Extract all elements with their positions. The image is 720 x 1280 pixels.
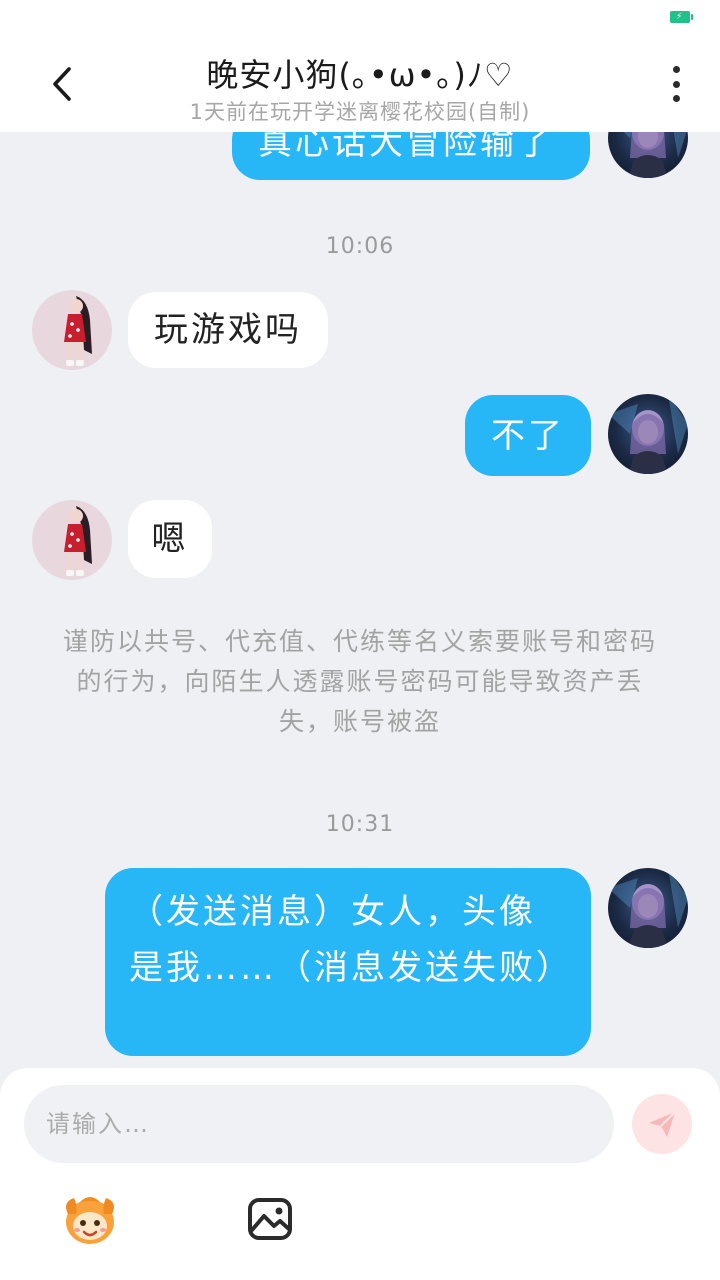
message-composer [0, 1068, 720, 1280]
contact-avatar-image [64, 506, 92, 576]
chat-area[interactable]: 真心话大冒险输了 10:06 玩游戏吗 不了 嗯 谨防以共号、代充值、代练等名义… [0, 0, 720, 1070]
message-text: 不了 [491, 415, 565, 456]
message-bubble-outgoing[interactable]: 不了 [465, 395, 591, 476]
message-bubble-incoming[interactable]: 嗯 [128, 500, 212, 578]
message-input[interactable] [24, 1085, 614, 1163]
message-bubble-outgoing[interactable]: （发送消息）女人，头像是我……（消息发送失败） [105, 868, 591, 1056]
image-picker-button[interactable] [246, 1196, 294, 1242]
battery-icon: ⚡ [670, 11, 693, 23]
security-notice: 谨防以共号、代充值、代练等名义索要账号和密码的行为，向陌生人透露账号密码可能导致… [62, 627, 657, 736]
self-avatar-image [608, 868, 688, 948]
more-options-button[interactable] [660, 62, 692, 106]
emoji-face-icon [66, 1197, 114, 1244]
more-vertical-icon [672, 80, 680, 88]
contact-status: 1天前在玩开学迷离樱花校园(自制) [189, 100, 531, 124]
avatar-self[interactable] [608, 394, 688, 474]
message-text: 玩游戏吗 [154, 310, 302, 350]
image-icon [248, 1198, 292, 1240]
chevron-left-icon [53, 67, 71, 101]
more-vertical-icon [672, 95, 680, 102]
send-icon [649, 1111, 676, 1137]
timestamp: 10:06 [325, 234, 395, 259]
avatar-contact[interactable] [32, 290, 112, 370]
more-vertical-icon [672, 66, 680, 73]
contact-avatar-image [64, 296, 92, 366]
timestamp: 10:31 [325, 812, 395, 837]
avatar-contact[interactable] [32, 500, 112, 580]
message-text: （发送消息）女人，头像是我……（消息发送失败） [129, 892, 573, 988]
message-bubble-incoming[interactable]: 玩游戏吗 [128, 292, 328, 368]
message-text: 嗯 [151, 519, 189, 559]
emoji-button[interactable] [60, 1192, 120, 1248]
chat-header: ⚡ 晚安小狗(｡•ω•｡)ﾉ♡ 1天前在玩开学迷离樱花校园(自制) [0, 0, 720, 132]
send-button[interactable] [632, 1094, 692, 1154]
back-button[interactable] [40, 58, 84, 110]
contact-name: 晚安小狗(｡•ω•｡)ﾉ♡ [206, 56, 514, 94]
avatar-self[interactable] [608, 868, 688, 948]
self-avatar-image [608, 394, 688, 474]
